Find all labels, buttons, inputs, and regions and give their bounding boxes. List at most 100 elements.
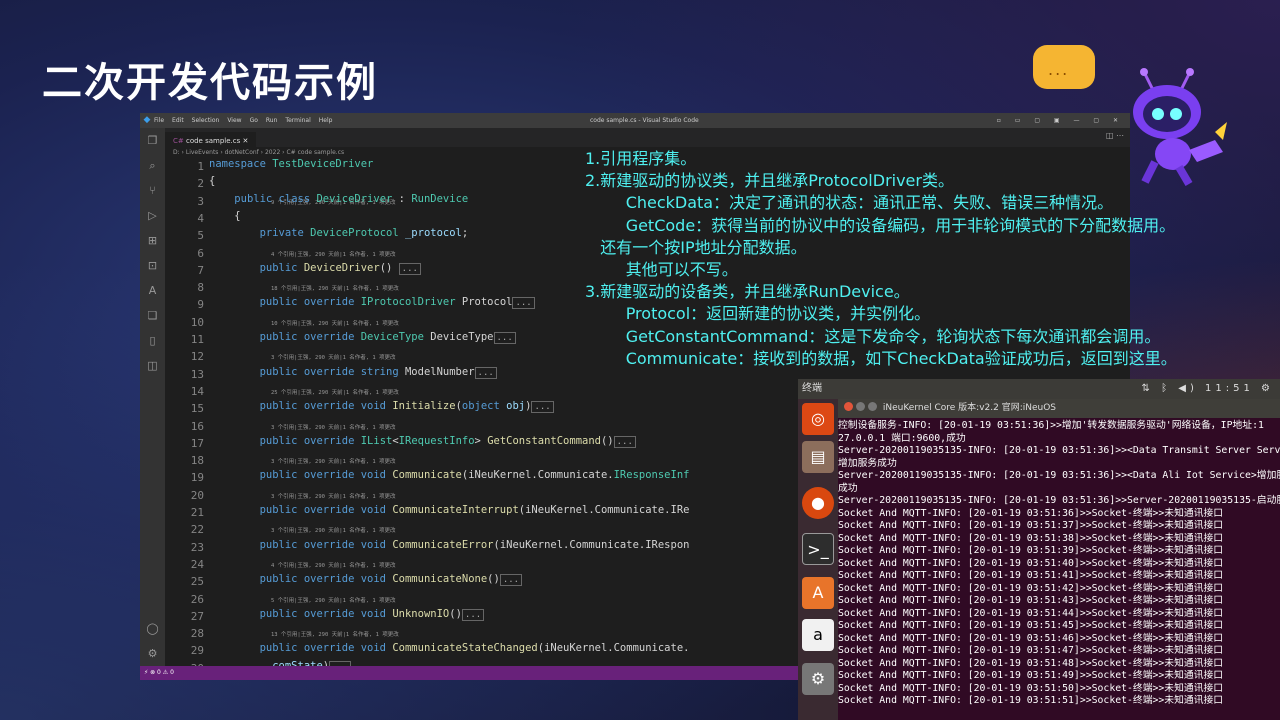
codelens[interactable]: 4 个引用|王强, 290 天前|1 名作者, 1 项更改 — [271, 561, 395, 569]
maximize-icon[interactable] — [868, 402, 877, 411]
bubble-text: ... — [1048, 60, 1070, 79]
amazon-icon[interactable]: a — [802, 619, 834, 651]
codelens[interactable]: 3 个引用|王强, 290 天前|1 名作者, 1 项更改 — [271, 353, 395, 361]
codelens[interactable]: 3 个引用|王强, 290 天前|1 名作者, 1 项更改 — [271, 492, 395, 500]
close-icon[interactable] — [844, 402, 853, 411]
code-token: () — [600, 434, 614, 447]
folded-region-marker[interactable]: ... — [493, 332, 516, 344]
terminal-line: Socket And MQTT-INFO: [20-01-19 03:51:43… — [838, 595, 1224, 606]
software-center-icon[interactable]: A — [802, 577, 834, 609]
code-token: object — [461, 400, 507, 413]
code-token: () — [487, 573, 500, 586]
terminal-line: Server-20200119035135-INFO: [20-01-19 03… — [838, 445, 1280, 456]
ubuntu-desktop: 终端 ⇅ ᛒ ◀) 11:51 ⚙ ◎ ▤ ● >_ A a ⚙ iNeuKer… — [798, 379, 1280, 720]
line-number: 23 — [190, 540, 204, 554]
codelens[interactable]: 3 个引用|王强, 290 天前|1 名作者, 1 项更改 — [271, 423, 395, 431]
note-line: 1.引用程序集。 — [585, 149, 697, 168]
terminal-line: 27.0.0.1 端口:9600,成功 — [838, 432, 966, 444]
code-token: public override — [259, 296, 361, 309]
line-number: 29 — [190, 644, 204, 658]
menu-item[interactable]: Run — [266, 117, 278, 124]
code-token: DeviceType — [430, 331, 494, 343]
codelens[interactable]: 3 个引用|王强, 290 天前|1 名作者, 1 项更改 — [271, 526, 395, 534]
folded-region-marker[interactable]: ... — [613, 435, 636, 448]
line-number: 7 — [197, 263, 204, 277]
line-number: 21 — [190, 506, 204, 519]
line-number: 14 — [190, 384, 204, 398]
code-token: IRequestInfo — [398, 434, 475, 447]
code-token: public override void — [259, 642, 393, 655]
azure-icon[interactable]: A — [140, 278, 165, 303]
code-token: CommunicateStateChanged — [392, 642, 538, 655]
code-token: (iNeuKernel.Communicate. — [461, 469, 614, 482]
database-icon[interactable]: ◫ — [140, 353, 165, 378]
folded-region-marker[interactable]: ... — [512, 297, 535, 310]
menu-item[interactable]: Help — [319, 117, 333, 124]
codelens[interactable]: 5 个引用|王强, 290 天前|1 名作者, 1 项更改 — [271, 596, 395, 604]
folded-region-marker[interactable]: ... — [461, 608, 485, 621]
firefox-icon[interactable]: ● — [802, 487, 834, 519]
menu-bar: File Edit Selection View Go Run Terminal Help — [154, 117, 340, 124]
folded-region-marker[interactable]: ... — [499, 574, 523, 587]
pages-icon[interactable]: ❏ — [140, 303, 165, 328]
code-line: public override IProtocolDriver Protocol… — [209, 296, 535, 310]
note-line: 其他可以不写。 — [585, 260, 738, 280]
manage-gear-icon[interactable]: ⚙ — [140, 641, 165, 666]
ubuntu-icon[interactable]: ◎ — [802, 403, 834, 435]
note-line: GetCode：获得当前的协议中的设备编码，用于非轮询模式的下分配数据用。 — [585, 215, 1176, 235]
codelens[interactable]: 10 个引用|王强, 290 天前|1 名作者, 1 项更改 — [271, 319, 399, 327]
folded-region-marker[interactable]: ... — [474, 366, 497, 379]
code-line: public override IList<IRequestInfo> GetC… — [209, 435, 636, 448]
line-number: 1 — [197, 160, 204, 173]
line-number: 8 — [197, 281, 204, 295]
minimize-icon[interactable] — [856, 402, 865, 411]
terminal-line: Socket And MQTT-INFO: [20-01-19 03:51:36… — [838, 507, 1224, 519]
codelens[interactable]: 4 个引用|王强, 290 天前|1 名作者, 1 项更改 — [271, 250, 395, 258]
vscode-titlebar: ◆ File Edit Selection View Go Run Terminal Help… — [140, 113, 1130, 128]
code-line: public override DeviceType DeviceType... — [209, 331, 516, 344]
settings-icon[interactable]: ⚙ — [802, 663, 834, 695]
window-controls[interactable]: ▫ ▭ ▢ ▣ — ▢ ✕ — [997, 113, 1124, 128]
code-line: { — [209, 210, 240, 222]
codelens[interactable]: 13 个引用|王强, 290 天前|1 名作者, 1 项更改 — [271, 630, 399, 638]
menu-item[interactable]: Edit — [172, 117, 184, 124]
line-number: 9 — [197, 298, 204, 312]
menu-item[interactable]: Go — [250, 117, 258, 124]
folded-region-marker[interactable]: ... — [398, 262, 421, 275]
code-token: public override — [259, 434, 361, 447]
files-icon[interactable]: ▤ — [802, 441, 834, 473]
terminal-line: Socket And MQTT-INFO: [20-01-19 03:51:39… — [838, 545, 1224, 556]
terminal-line: Socket And MQTT-INFO: [20-01-19 03:51:50… — [838, 682, 1224, 694]
account-icon[interactable]: ◯ — [140, 616, 165, 641]
folded-region-marker[interactable]: ... — [531, 401, 554, 414]
system-tray[interactable]: ⇅ ᛒ ◀) 11:51 ⚙ — [1142, 379, 1274, 399]
split-editor-icon[interactable]: ◫ ⋯ — [1106, 131, 1124, 140]
menu-item[interactable]: Terminal — [285, 117, 310, 124]
terminal-icon[interactable]: >_ — [802, 533, 834, 565]
codelens[interactable]: 3 个引用|王强, 290 天前|1 名作者, 1 项更改 — [271, 457, 395, 465]
menu-item[interactable]: View — [227, 117, 241, 124]
codelens[interactable]: 18 个引用|王强, 290 天前|1 名作者, 1 项更改 — [271, 284, 399, 292]
terminal-output[interactable]: 控制设备服务-INFO: [20-01-19 03:51:36]>>增加'转发数… — [838, 418, 1280, 708]
terminal-line: Server-20200119035135-INFO: [20-01-19 03… — [838, 470, 1280, 481]
terminal-line: 控制设备服务-INFO: [20-01-19 03:51:36]>>增加'转发数… — [838, 420, 1264, 431]
remote-explorer-icon[interactable]: ⊡ — [140, 253, 165, 278]
run-debug-icon[interactable]: ▷ — [140, 203, 165, 228]
codelens[interactable]: 25 个引用|王强, 290 天前|1 名作者, 1 项更改 — [271, 388, 399, 396]
code-token: Initialize — [392, 400, 456, 413]
note-line: 3.新建驱动的设备类，并且继承RunDevice。 — [585, 282, 910, 302]
search-icon[interactable]: ⌕ — [140, 153, 165, 178]
line-number: 17 — [190, 436, 204, 450]
terminal-title: iNeuKernel Core 版本:v2.2 官网:iNeuOS — [882, 403, 1057, 413]
menu-item[interactable]: File — [154, 117, 164, 124]
explorer-icon[interactable]: ❐ — [140, 128, 165, 153]
notebook-icon[interactable]: ▯ — [140, 328, 165, 353]
menu-item[interactable]: Selection — [192, 117, 220, 124]
terminal-line: Socket And MQTT-INFO: [20-01-19 03:51:41… — [838, 570, 1224, 581]
extensions-icon[interactable]: ⊞ — [140, 228, 165, 253]
source-control-icon[interactable]: ⑂ — [140, 178, 165, 203]
